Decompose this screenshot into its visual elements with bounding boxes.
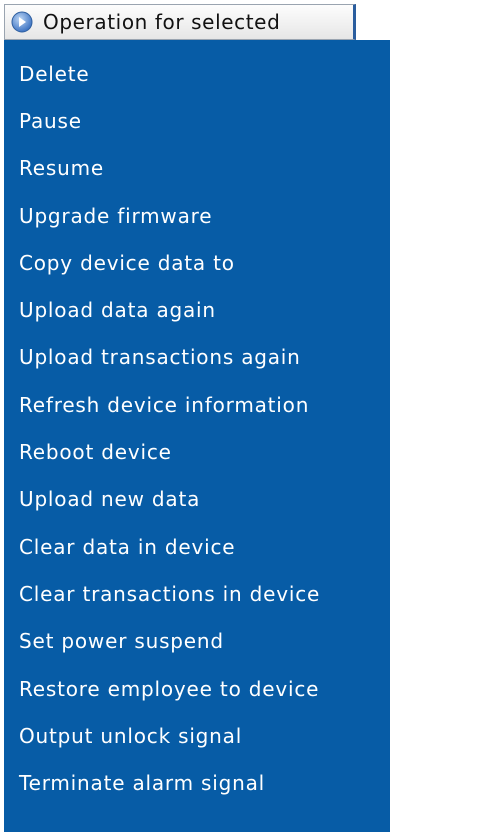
menu-item-resume[interactable]: Resume <box>4 145 390 192</box>
operation-for-selected-button[interactable]: Operation for selected <box>4 4 356 40</box>
menu-item-copy-device-data[interactable]: Copy device data to <box>4 239 390 286</box>
menu-item-restore-employee[interactable]: Restore employee to device <box>4 665 390 712</box>
menu-item-set-power-suspend[interactable]: Set power suspend <box>4 618 390 665</box>
menu-item-refresh-device-information[interactable]: Refresh device information <box>4 381 390 428</box>
menu-item-reboot-device[interactable]: Reboot device <box>4 428 390 475</box>
menu-item-clear-data[interactable]: Clear data in device <box>4 523 390 570</box>
circle-arrow-right-icon <box>11 11 33 33</box>
menu-item-terminate-alarm-signal[interactable]: Terminate alarm signal <box>4 759 390 806</box>
menu-item-clear-transactions[interactable]: Clear transactions in device <box>4 570 390 617</box>
menu-item-upload-data-again[interactable]: Upload data again <box>4 286 390 333</box>
operation-button-label: Operation for selected <box>43 10 281 34</box>
menu-item-delete[interactable]: Delete <box>4 50 390 97</box>
menu-item-upgrade-firmware[interactable]: Upgrade firmware <box>4 192 390 239</box>
menu-item-upload-transactions-again[interactable]: Upload transactions again <box>4 334 390 381</box>
menu-item-pause[interactable]: Pause <box>4 97 390 144</box>
operation-menu: Delete Pause Resume Upgrade firmware Cop… <box>4 40 390 832</box>
menu-item-output-unlock-signal[interactable]: Output unlock signal <box>4 712 390 759</box>
menu-item-upload-new-data[interactable]: Upload new data <box>4 476 390 523</box>
operation-dropdown: Operation for selected Delete Pause Resu… <box>0 0 483 832</box>
